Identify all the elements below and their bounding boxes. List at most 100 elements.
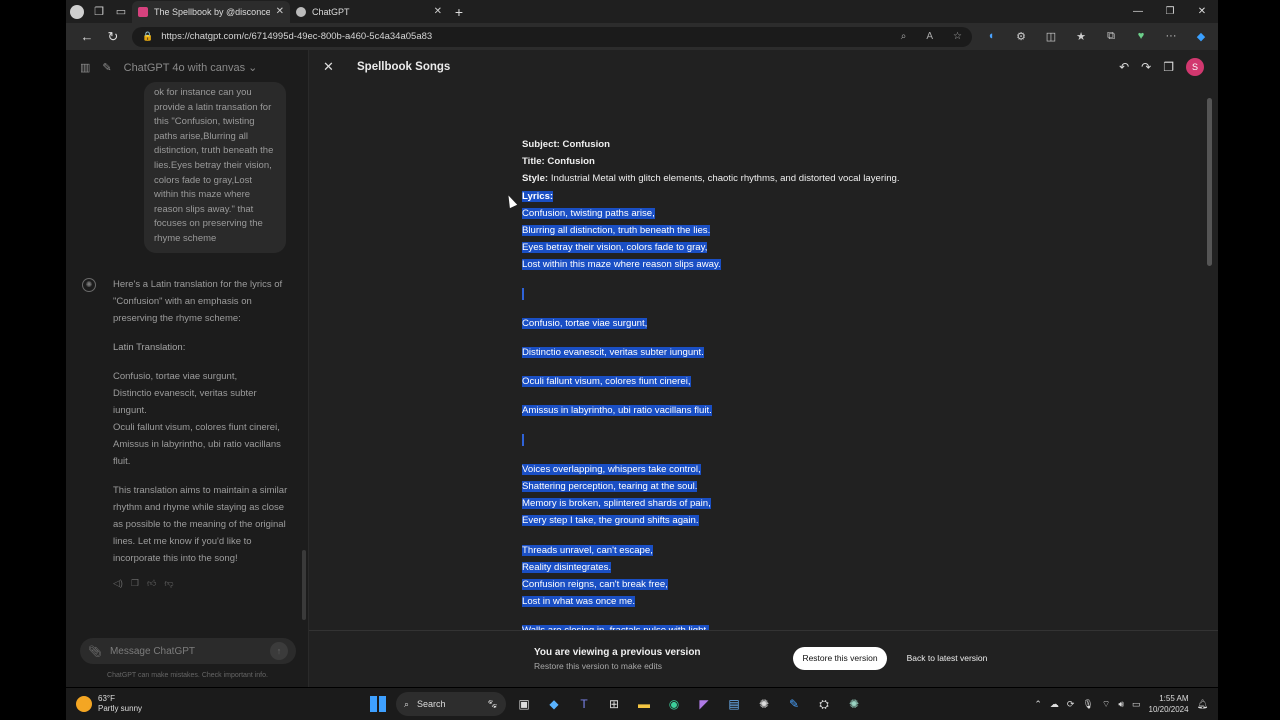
collections-icon[interactable]: ⧉ <box>1096 30 1126 43</box>
minimize-icon[interactable]: — <box>1122 6 1154 17</box>
notepad-icon[interactable]: ▤ <box>722 692 746 716</box>
user-message: ok for instance can you provide a latin … <box>144 82 286 253</box>
restore-icon[interactable]: ❐ <box>1154 6 1186 17</box>
send-icon[interactable]: ↑ <box>270 642 288 660</box>
split-screen-icon[interactable]: ◫ <box>1036 30 1066 43</box>
selected-lyrics[interactable]: Lyrics: Confusion, twisting paths arise,… <box>522 188 1042 640</box>
time: 1:55 AM <box>1159 694 1189 703</box>
lyric-line: Every step I take, the ground shifts aga… <box>522 512 1042 529</box>
chat-scrollbar[interactable] <box>302 550 306 620</box>
canvas-tools: ↶ ↷ ❐ S <box>1119 58 1204 76</box>
lyric-text: Reality disintegrates. <box>522 561 612 573</box>
wifi-icon[interactable]: ⌔ <box>1102 699 1110 710</box>
subject-label: Subject: <box>522 139 560 150</box>
taskbar-search[interactable]: ⌕ Search 🐾︎ <box>396 692 506 716</box>
close-tab-icon[interactable]: ✕ <box>276 6 284 17</box>
lyrics-label: Lyrics: <box>522 190 554 202</box>
address-bar[interactable]: 🔒 https://chatgpt.com/c/6714995d-49ec-80… <box>132 26 972 47</box>
start-icon[interactable] <box>366 692 390 716</box>
sync-icon[interactable]: ⟳ <box>1067 699 1075 710</box>
task-view-icon[interactable]: ▣ <box>512 692 536 716</box>
model-selector[interactable]: ChatGPT 4o with canvas ⌄ <box>124 61 258 74</box>
redo-icon[interactable]: ↷ <box>1141 60 1151 74</box>
extensions-icon[interactable]: ⚙ <box>1006 30 1036 43</box>
store-icon[interactable]: ⊞ <box>602 692 626 716</box>
teams-icon[interactable]: T <box>572 692 596 716</box>
lyrics-label-line: Lyrics: <box>522 188 1042 205</box>
canvas-scrollbar[interactable] <box>1207 98 1212 266</box>
edge-icon[interactable]: ◉ <box>662 692 686 716</box>
thumbs-up-icon[interactable]: 👍︎ <box>147 578 156 589</box>
chatgpt-app-icon[interactable]: ✺ <box>752 692 776 716</box>
message-input[interactable]: Message ChatGPT <box>110 646 262 657</box>
volume-icon[interactable]: 🔊︎ <box>1118 699 1124 710</box>
weather-widget[interactable]: 63°F Partly sunny <box>66 694 366 714</box>
avatar[interactable]: S <box>1186 58 1204 76</box>
lyric-line: Shattering perception, tearing at the so… <box>522 478 1042 495</box>
onedrive-icon[interactable]: ☁ <box>1050 699 1059 710</box>
system-tray: ⌃ ☁ ⟳ 🎙︎ ⌔ 🔊︎ ▭ 1:55 AM 10/20/2024 🔔︎ <box>1034 693 1218 715</box>
battery-icon[interactable]: ▭ <box>1132 699 1141 710</box>
selection-marker <box>522 288 524 301</box>
close-tab-icon[interactable]: ✕ <box>434 6 442 17</box>
lock-icon[interactable]: 🔒 <box>142 31 153 42</box>
lyric-line: Lost in what was once me. <box>522 593 1042 610</box>
empty-line <box>522 432 1042 449</box>
bluetooth-app-icon[interactable]: ✎ <box>782 692 806 716</box>
latin-line: Distinctio evanescit, veritas subter iun… <box>522 344 1042 361</box>
lyric-line: Reality disintegrates. <box>522 559 1042 576</box>
favorites-icon[interactable]: ★ <box>1066 30 1096 43</box>
latin-text: Oculi fallunt visum, colores fiunt ciner… <box>522 376 691 388</box>
workspaces-icon[interactable]: ❐ <box>88 1 110 23</box>
profile-icon[interactable] <box>66 1 88 23</box>
canvas-panel: ✕ Spellbook Songs ↶ ↷ ❐ S Subject: Confu… <box>309 50 1218 687</box>
tab-chatgpt[interactable]: ChatGPT ✕ <box>290 1 448 23</box>
close-window-icon[interactable]: ✕ <box>1186 6 1218 17</box>
copilot-app-icon[interactable]: ◆ <box>542 692 566 716</box>
style-line: Style: Industrial Metal with glitch elem… <box>522 170 1042 187</box>
undo-icon[interactable]: ↶ <box>1119 60 1129 74</box>
clock[interactable]: 1:55 AM 10/20/2024 <box>1149 693 1189 715</box>
lyric-line: Confusion, twisting paths arise, <box>522 205 1042 222</box>
lyric-line: Lost within this maze where reason slips… <box>522 256 1042 273</box>
zoom-icon[interactable]: ⌕ <box>901 31 907 42</box>
copy-icon[interactable]: ❐ <box>131 578 139 589</box>
refresh-icon[interactable]: ↻ <box>100 29 126 45</box>
new-chat-icon[interactable]: ✎ <box>102 61 111 74</box>
tab-spellbook[interactable]: The Spellbook by @disconcerted ✕ <box>132 0 290 23</box>
tab-label: The Spellbook by @disconcerted <box>154 6 270 17</box>
message-composer[interactable]: 📎︎ Message ChatGPT ↑ <box>80 638 296 664</box>
microphone-icon[interactable]: 🎙︎ <box>1082 699 1093 710</box>
read-aloud-icon[interactable]: ◁) <box>113 578 123 589</box>
temperature: 63°F <box>98 694 115 703</box>
song-document[interactable]: Subject: Confusion Title: Confusion Styl… <box>522 136 1042 640</box>
sun-icon <box>76 696 92 712</box>
read-aloud-icon[interactable]: A <box>926 31 933 42</box>
new-tab-button[interactable]: + <box>448 4 470 20</box>
file-explorer-icon[interactable]: ▬ <box>632 692 656 716</box>
translation-line: Confusio, tortae viae surgunt, <box>113 371 238 382</box>
thumbs-down-icon[interactable]: 👎︎ <box>164 578 173 589</box>
back-icon[interactable]: ← <box>74 29 100 44</box>
close-canvas-icon[interactable]: ✕ <box>323 59 347 75</box>
favorite-star-icon[interactable]: ☆ <box>953 31 962 42</box>
chatgpt-pwa-icon[interactable]: ✺ <box>842 692 866 716</box>
steam-icon[interactable]: ⛭ <box>812 692 836 716</box>
copilot-icon[interactable]: ◆ <box>1186 30 1216 43</box>
notifications-icon[interactable]: 🔔︎ <box>1197 699 1208 710</box>
more-menu-icon[interactable]: ··· <box>1156 30 1186 43</box>
tab-actions-icon[interactable]: ▭ <box>110 1 132 23</box>
tray-chevron-icon[interactable]: ⌃ <box>1034 699 1042 710</box>
browser-essentials-icon[interactable]: ♥ <box>1126 30 1156 43</box>
audio-icon[interactable]: ◖ <box>976 30 1006 43</box>
visual-studio-icon[interactable]: ◤ <box>692 692 716 716</box>
back-to-latest-button[interactable]: Back to latest version <box>897 647 997 670</box>
toggle-sidebar-icon[interactable]: ▥ <box>80 61 90 74</box>
restore-version-button[interactable]: Restore this version <box>793 647 887 670</box>
title-label: Title: <box>522 156 545 168</box>
attach-icon[interactable]: 📎︎ <box>88 645 102 658</box>
latin-line: Confusio, tortae viae surgunt, <box>522 315 1042 332</box>
lyric-line: Threads unravel, can't escape, <box>522 542 1042 559</box>
browser-tab-strip: ❐ ▭ The Spellbook by @disconcerted ✕ Cha… <box>66 0 1218 23</box>
version-history-icon[interactable]: ❐ <box>1163 60 1174 74</box>
